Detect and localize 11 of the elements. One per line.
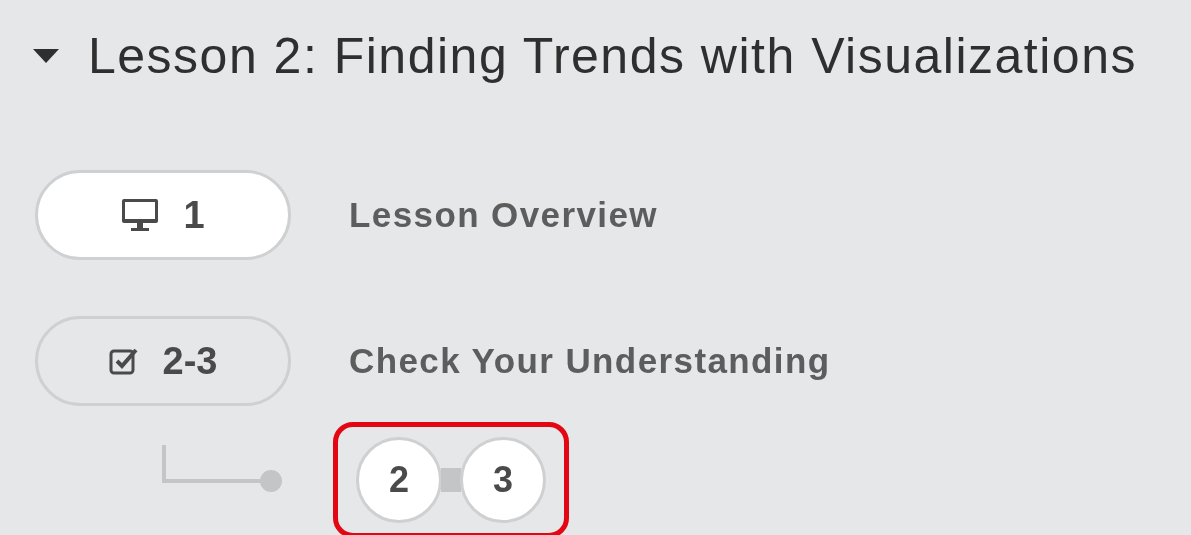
sublevel-bubble[interactable]: 2 — [356, 437, 442, 523]
sublevel-bubble[interactable]: 3 — [460, 437, 546, 523]
level-pill[interactable]: 2-3 — [35, 316, 291, 406]
bubble-connector — [441, 468, 461, 492]
monitor-icon — [121, 198, 160, 232]
checkbox-icon — [108, 346, 139, 376]
level-pill[interactable]: 1 — [35, 170, 291, 260]
level-title: Check Your Understanding — [349, 339, 831, 382]
caret-icon — [31, 47, 61, 65]
level-title: Lesson Overview — [349, 193, 658, 236]
lesson-title: Lesson 2: Finding Trends with Visualizations — [88, 26, 1137, 86]
